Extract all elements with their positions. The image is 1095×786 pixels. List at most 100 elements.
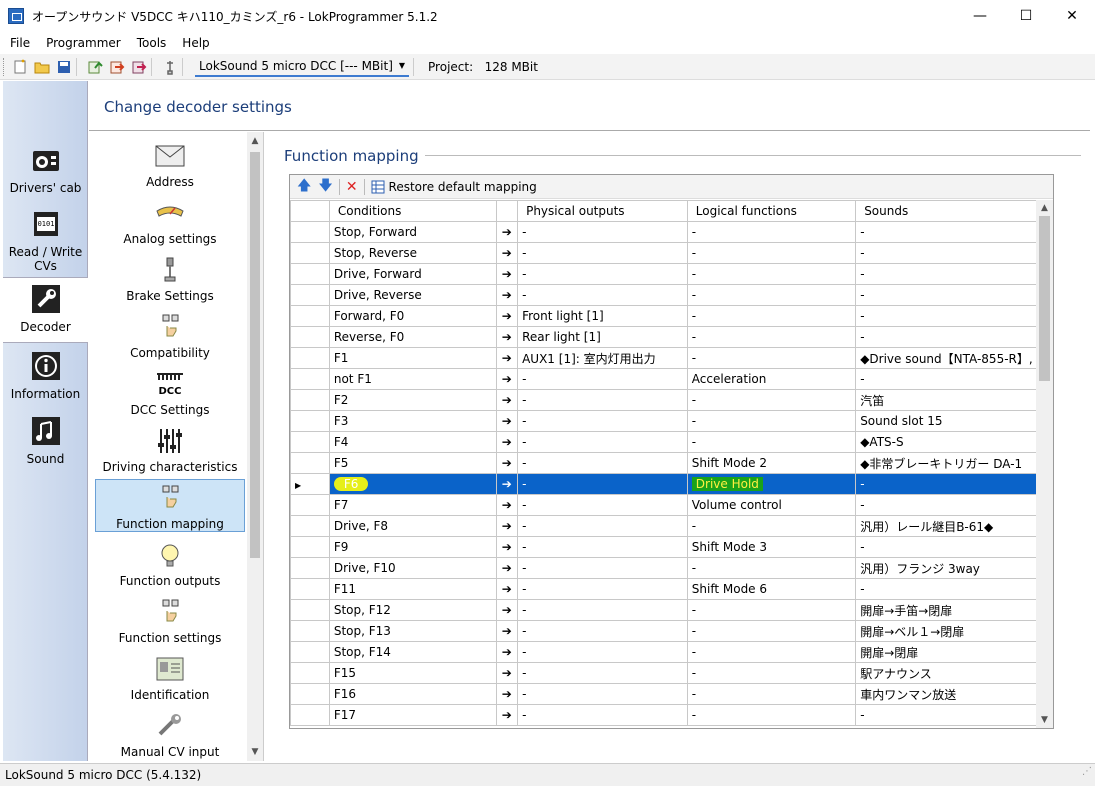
cell-logical-functions[interactable]: - (686, 641, 857, 663)
cell-conditions[interactable]: F1 (328, 347, 497, 369)
settings-item-function-outputs[interactable]: Function outputs (95, 537, 245, 590)
cell-physical-outputs[interactable]: - (517, 221, 688, 243)
table-row[interactable]: not F1 ➔ - Acceleration - (290, 368, 1053, 390)
cell-sounds[interactable]: - (855, 494, 1053, 516)
table-row[interactable]: F5 ➔ - Shift Mode 2 ◆非常ブレーキトリガー DA-1 (290, 452, 1053, 474)
cell-conditions[interactable]: not F1 (328, 368, 497, 390)
cell-conditions[interactable]: F7 (328, 494, 497, 516)
settings-item-function-mapping[interactable]: Function mapping (95, 479, 245, 532)
cell-physical-outputs[interactable]: - (517, 515, 688, 537)
cell-sounds[interactable]: - (855, 263, 1053, 285)
cell-conditions[interactable]: Drive, F8 (328, 515, 497, 537)
close-button[interactable]: ✕ (1049, 0, 1095, 32)
cell-conditions[interactable]: F5 (328, 452, 497, 474)
table-row[interactable]: Drive, Reverse ➔ - - - (290, 284, 1053, 306)
table-row[interactable]: F4 ➔ - - ◆ATS-S (290, 431, 1053, 453)
cell-conditions[interactable]: Stop, F13 (328, 620, 497, 642)
cell-physical-outputs[interactable]: - (517, 410, 688, 432)
cell-physical-outputs[interactable]: - (517, 242, 688, 264)
menu-help[interactable]: Help (174, 36, 217, 50)
cell-logical-functions[interactable]: Acceleration (686, 368, 857, 390)
column-header-sounds[interactable]: Sounds (855, 200, 1053, 222)
cell-sounds[interactable]: - (855, 221, 1053, 243)
table-row[interactable]: F11 ➔ - Shift Mode 6- (290, 578, 1053, 600)
table-row[interactable]: F15 ➔ - - 駅アナウンス (290, 662, 1053, 684)
cell-sounds[interactable]: ◆Drive sound【NTA-855-R】, ... (855, 347, 1053, 369)
cell-physical-outputs[interactable]: - (517, 473, 688, 495)
cell-conditions[interactable]: Stop, F12 (328, 599, 497, 621)
scroll-down-icon[interactable]: ▼ (1036, 712, 1053, 728)
restore-default-button[interactable]: Restore default mapping (371, 180, 537, 194)
menu-programmer[interactable]: Programmer (38, 36, 129, 50)
cell-conditions[interactable]: F6 (328, 473, 497, 495)
table-row[interactable]: F16 ➔ - - 車内ワンマン放送 (290, 683, 1053, 705)
table-row[interactable]: Forward, F0 ➔ Front light [1] - - (290, 305, 1053, 327)
cell-sounds[interactable]: - (855, 704, 1053, 726)
cell-logical-functions[interactable]: - (686, 389, 857, 411)
cell-physical-outputs[interactable]: - (517, 536, 688, 558)
table-row[interactable]: Stop, F13 ➔ - - 開扉→ベル１→閉扉 (290, 620, 1053, 642)
cell-logical-functions[interactable]: - (686, 599, 857, 621)
cell-conditions[interactable]: F11 (328, 578, 497, 600)
scrollbar-thumb[interactable] (250, 152, 260, 558)
cell-logical-functions[interactable]: - (686, 515, 857, 537)
settings-item-brake[interactable]: Brake Settings (95, 252, 245, 305)
cell-conditions[interactable]: F15 (328, 662, 497, 684)
decoder-type-select[interactable]: LokSound 5 micro DCC [--- MBit] ▼ (195, 57, 410, 77)
table-row[interactable]: F2 ➔ - - 汽笛 (290, 389, 1053, 411)
cell-physical-outputs[interactable]: Front light [1] (517, 305, 688, 327)
write-decoder-icon[interactable] (109, 59, 125, 75)
table-row[interactable]: F7 ➔ - Volume control - (290, 494, 1053, 516)
cell-sounds[interactable]: 汎用）フランジ 3way (855, 557, 1053, 579)
table-row[interactable]: Drive, F8 ➔ - - 汎用）レール継目B-61◆ (290, 515, 1053, 537)
cell-physical-outputs[interactable]: - (517, 431, 688, 453)
open-folder-icon[interactable] (34, 59, 50, 75)
cell-conditions[interactable]: Reverse, F0 (328, 326, 497, 348)
cell-logical-functions[interactable]: - (686, 431, 857, 453)
table-row[interactable]: F1 ➔ AUX1 [1]: 室内灯用出力 - ◆Drive sound【NTA-855… (290, 347, 1053, 369)
cell-sounds[interactable]: - (855, 242, 1053, 264)
cell-logical-functions[interactable]: - (686, 242, 857, 264)
cell-sounds[interactable]: - (855, 368, 1053, 390)
cell-sounds[interactable]: ◆非常ブレーキトリガー DA-1 (855, 452, 1053, 474)
cell-physical-outputs[interactable]: AUX1 [1]: 室内灯用出力 (517, 347, 688, 369)
settings-item-driving[interactable]: Driving characteristics (95, 423, 245, 476)
nav-decoder[interactable]: Decoder (3, 277, 88, 343)
table-row[interactable]: F17 ➔ - - - (290, 704, 1053, 726)
cell-conditions[interactable]: Forward, F0 (328, 305, 497, 327)
cell-logical-functions[interactable]: Shift Mode 3 (686, 536, 857, 558)
cell-physical-outputs[interactable]: - (517, 683, 688, 705)
scroll-down-icon[interactable]: ▼ (247, 743, 263, 761)
cell-logical-functions[interactable]: - (686, 410, 857, 432)
programmer-plug-icon[interactable] (162, 59, 178, 75)
cell-logical-functions[interactable]: Shift Mode 6 (686, 578, 857, 600)
table-row[interactable]: Stop, F14 ➔ - - 開扉→閉扉 (290, 641, 1053, 663)
table-row[interactable]: F3 ➔ - - Sound slot 15 (290, 410, 1053, 432)
cell-logical-functions[interactable]: - (686, 704, 857, 726)
cell-logical-functions[interactable]: Drive Hold (686, 473, 857, 495)
table-row[interactable]: F9 ➔ - Shift Mode 3- (290, 536, 1053, 558)
write-sound-icon[interactable] (131, 59, 147, 75)
scrollbar-thumb[interactable] (1039, 216, 1050, 381)
cell-logical-functions[interactable]: - (686, 347, 857, 369)
cell-conditions[interactable]: Stop, Forward (328, 221, 497, 243)
cell-physical-outputs[interactable]: - (517, 389, 688, 411)
cell-conditions[interactable]: F16 (328, 683, 497, 705)
cell-sounds[interactable]: 汽笛 (855, 389, 1053, 411)
cell-logical-functions[interactable]: - (686, 305, 857, 327)
settings-item-dcc[interactable]: DCC DCC Settings (95, 366, 245, 419)
table-row[interactable]: Stop, Reverse ➔ - - - (290, 242, 1053, 264)
cell-sounds[interactable]: 開扉→手笛→閉扉 (855, 599, 1053, 621)
read-decoder-icon[interactable] (87, 59, 103, 75)
cell-physical-outputs[interactable]: - (517, 704, 688, 726)
cell-logical-functions[interactable]: - (686, 221, 857, 243)
cell-sounds[interactable]: - (855, 578, 1053, 600)
settings-item-analog[interactable]: Analog settings (95, 195, 245, 248)
cell-logical-functions[interactable]: - (686, 683, 857, 705)
cell-physical-outputs[interactable]: - (517, 368, 688, 390)
table-row[interactable]: Reverse, F0 ➔ Rear light [1] - - (290, 326, 1053, 348)
cell-physical-outputs[interactable]: - (517, 263, 688, 285)
nav-sound[interactable]: Sound (3, 410, 88, 472)
scroll-up-icon[interactable]: ▲ (247, 132, 263, 150)
cell-sounds[interactable]: - (855, 284, 1053, 306)
